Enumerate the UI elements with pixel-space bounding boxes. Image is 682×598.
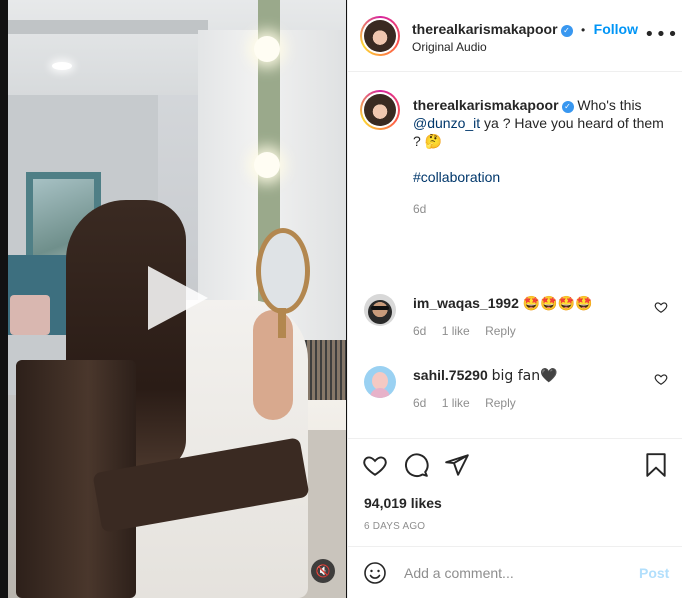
comment-username[interactable]: sahil.75290	[413, 367, 488, 383]
comment-body: im_waqas_1992 🤩🤩🤩🤩	[413, 294, 592, 313]
caption-text: Who's this	[577, 97, 642, 113]
comment-text: 🤩🤩🤩🤩	[522, 296, 593, 312]
comment-composer: Add a comment... Post	[348, 546, 682, 598]
comments-section: therealkarismakapoor ✓ Who's this @dunzo_…	[348, 72, 682, 438]
caption-avatar[interactable]	[360, 90, 400, 130]
comment-meta: 6d 1 like Reply	[413, 324, 528, 338]
more-icon[interactable]: •••	[644, 24, 679, 45]
scene-hand-mirror-handle	[278, 308, 286, 338]
comment-like-icon[interactable]	[654, 372, 668, 386]
comment-meta: 6d 1 like Reply	[413, 396, 528, 410]
commenter-avatar[interactable]	[364, 294, 396, 326]
caption-hashtag[interactable]: #collaboration	[413, 169, 500, 185]
scene-beam	[8, 20, 208, 34]
reply-button[interactable]: Reply	[485, 396, 516, 410]
post-date[interactable]: 6 DAYS AGO	[364, 521, 425, 532]
caption-mention[interactable]: @dunzo_it	[413, 115, 480, 131]
separator-dot: •	[580, 23, 586, 37]
like-icon[interactable]	[362, 452, 388, 478]
post-caption: therealkarismakapoor ✓ Who's this @dunzo_…	[413, 96, 668, 218]
comment-text: big fan🖤	[491, 368, 558, 384]
author-username[interactable]: therealkarismakapoor	[412, 21, 558, 37]
comment-input[interactable]: Add a comment...	[404, 565, 514, 581]
emoji-icon[interactable]	[363, 561, 387, 585]
post-modal: 🔇 therealkarismakapoor ✓ • Follow Origina…	[0, 0, 682, 598]
scene-ceiling-light	[52, 62, 72, 70]
caption-age[interactable]: 6d	[413, 200, 668, 218]
caption-username[interactable]: therealkarismakapoor	[413, 97, 559, 113]
comment-likes[interactable]: 1 like	[442, 324, 470, 338]
scene-bulb	[254, 152, 280, 178]
share-icon[interactable]	[444, 452, 470, 478]
mute-icon[interactable]: 🔇	[311, 559, 335, 583]
verified-icon: ✓	[560, 25, 573, 37]
scene-hand-mirror	[256, 228, 310, 314]
commenter-avatar[interactable]	[364, 366, 396, 398]
follow-button[interactable]: Follow	[594, 21, 638, 37]
likes-count[interactable]: 94,019 likes	[364, 495, 442, 511]
post-sidebar: therealkarismakapoor ✓ • Follow Original …	[347, 0, 682, 598]
play-icon[interactable]	[148, 266, 208, 330]
comment-icon[interactable]	[403, 452, 429, 478]
comment-like-icon[interactable]	[654, 300, 668, 314]
save-icon[interactable]	[643, 452, 669, 478]
post-header: therealkarismakapoor ✓ • Follow Original …	[348, 0, 682, 72]
comment-age[interactable]: 6d	[413, 396, 426, 410]
post-comment-button[interactable]: Post	[639, 565, 669, 581]
scene-bulb	[254, 36, 280, 62]
comment-likes[interactable]: 1 like	[442, 396, 470, 410]
scene-pillow	[10, 295, 50, 335]
audio-label[interactable]: Original Audio	[412, 40, 487, 54]
post-video[interactable]: 🔇	[8, 0, 346, 598]
scene-arm	[253, 310, 293, 420]
reply-button[interactable]: Reply	[485, 324, 516, 338]
verified-icon: ✓	[561, 101, 574, 113]
author-avatar[interactable]	[360, 16, 400, 56]
post-actions: 94,019 likes 6 DAYS AGO	[348, 438, 682, 538]
comment-username[interactable]: im_waqas_1992	[413, 295, 519, 311]
comment-age[interactable]: 6d	[413, 324, 426, 338]
comment-body: sahil.75290 big fan🖤	[413, 366, 558, 385]
